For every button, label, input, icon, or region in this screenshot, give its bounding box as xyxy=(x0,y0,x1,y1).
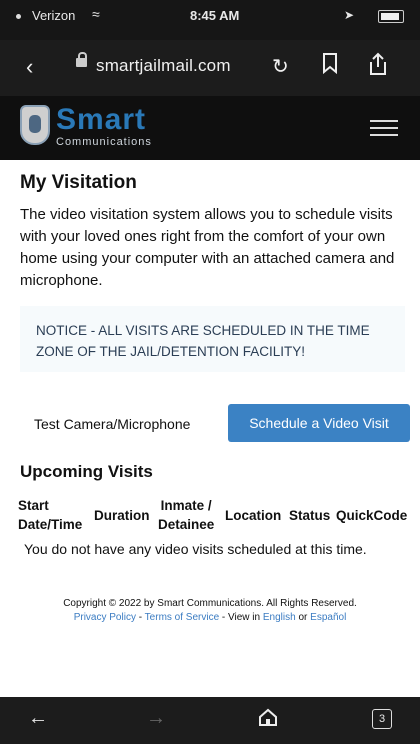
location-icon: ➤ xyxy=(344,8,355,22)
forward-icon[interactable]: → xyxy=(146,707,166,730)
copyright-text: Copyright © 2022 by Smart Communications… xyxy=(63,598,357,609)
intro-paragraph: The video visitation system allows you t… xyxy=(20,206,395,289)
signal-icon xyxy=(16,14,21,19)
header-duration: Duration xyxy=(94,508,150,523)
espanol-link[interactable]: Español xyxy=(310,612,346,623)
address-bar[interactable]: smartjailmail.com xyxy=(96,56,231,76)
browser-toolbar: ‹ smartjailmail.com ↻ xyxy=(0,40,420,96)
view-in-label: View in xyxy=(228,612,261,623)
empty-visits-message: You do not have any video visits schedul… xyxy=(24,541,367,557)
tabs-icon[interactable]: 3 xyxy=(372,709,392,729)
schedule-video-visit-button[interactable]: Schedule a Video Visit xyxy=(228,404,410,442)
reload-icon[interactable]: ↻ xyxy=(272,52,289,82)
header-location: Location xyxy=(225,508,282,523)
page-title: My Visitation xyxy=(20,172,137,193)
clock: 8:45 AM xyxy=(190,8,240,23)
notice-box: NOTICE - ALL VISITS ARE SCHEDULED IN THE… xyxy=(20,306,405,372)
english-link[interactable]: English xyxy=(263,612,296,623)
browser-bottom-bar: ← → 3 xyxy=(0,697,420,744)
header-quickcode: QuickCode xyxy=(336,508,408,523)
visits-table-header: Start Date/Time Duration Inmate / Detain… xyxy=(0,492,420,536)
header-inmate-detainee: Inmate / Detainee xyxy=(158,498,215,532)
logo-name[interactable]: Smart xyxy=(56,104,146,136)
battery-icon xyxy=(378,10,404,23)
logo-subtitle: Communications xyxy=(56,136,152,148)
share-icon[interactable] xyxy=(368,52,388,84)
home-icon[interactable] xyxy=(258,707,278,733)
terms-of-service-link[interactable]: Terms of Service xyxy=(145,612,219,623)
logo-shield-icon xyxy=(20,105,50,145)
bookmark-icon[interactable] xyxy=(322,52,338,82)
site-header: Smart Communications xyxy=(0,96,420,160)
lock-icon xyxy=(76,52,87,67)
back-icon[interactable]: ‹ xyxy=(26,52,33,82)
header-status: Status xyxy=(289,508,331,523)
menu-icon[interactable] xyxy=(370,120,398,138)
header-start-date-time: Start Date/Time xyxy=(18,498,83,532)
footer-links: Privacy Policy - Terms of Service - View… xyxy=(73,612,347,623)
status-bar: Verizon ≈ 8:45 AM ➤ xyxy=(0,0,420,40)
test-camera-link[interactable]: Test Camera/Microphone xyxy=(34,416,190,432)
upcoming-visits-heading: Upcoming Visits xyxy=(20,462,153,481)
carrier-name: Verizon xyxy=(32,8,76,23)
back-arrow-icon[interactable]: ← xyxy=(28,707,48,730)
wifi-icon: ≈ xyxy=(92,6,100,22)
notice-text: NOTICE - ALL VISITS ARE SCHEDULED IN THE… xyxy=(36,323,370,359)
privacy-policy-link[interactable]: Privacy Policy xyxy=(74,612,136,623)
or-label: or xyxy=(298,612,308,623)
